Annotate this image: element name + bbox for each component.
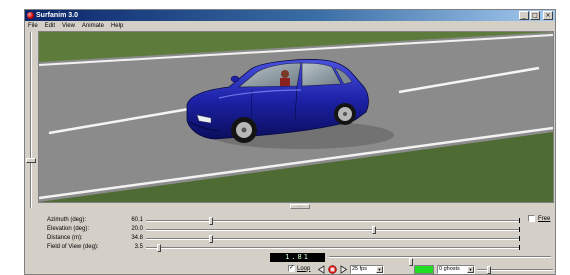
stop-icon[interactable] (328, 265, 337, 274)
elevation-label: Elevation (deg): (47, 226, 90, 232)
fps-value: 25 fps (352, 266, 367, 272)
title-bar[interactable]: Surfanim 3.0 _ □ × (25, 10, 555, 21)
play-icon[interactable] (339, 265, 348, 274)
menu-help[interactable]: Help (111, 22, 123, 30)
ghost-color-swatch[interactable] (414, 265, 434, 274)
timeline-slider-thumb[interactable] (409, 258, 413, 266)
timecode-display: 1.81 (270, 253, 325, 262)
speed-slider[interactable] (477, 266, 553, 274)
elevation-slider-thumb[interactable] (372, 226, 376, 234)
loop-toggle[interactable]: ✓ Loop (288, 265, 310, 272)
window-controls: _ □ × (519, 11, 553, 20)
app-icon[interactable] (27, 12, 34, 19)
chevron-down-icon[interactable]: ▼ (467, 266, 474, 273)
distance-slider-thumb[interactable] (209, 235, 213, 243)
loop-checkbox[interactable]: ✓ (288, 265, 295, 272)
fps-select[interactable]: 25 fps ▼ (350, 265, 384, 274)
camera-controls: Azimuth (deg): 60.1 Elevation (deg): 20.… (25, 210, 555, 252)
menu-animate[interactable]: Animate (82, 22, 104, 30)
free-checkbox[interactable] (528, 215, 535, 222)
timeline-slider[interactable] (329, 256, 551, 266)
azimuth-label: Azimuth (deg): (47, 217, 87, 223)
vertical-zoom-slider[interactable] (25, 30, 37, 212)
speed-slider-thumb[interactable] (487, 266, 491, 274)
azimuth-slider-thumb[interactable] (209, 217, 213, 225)
vertical-slider-thumb[interactable] (26, 158, 36, 163)
elevation-slider[interactable] (146, 226, 520, 234)
free-label: Free (538, 215, 551, 222)
elevation-row: Elevation (deg): 20.0 (25, 225, 555, 234)
azimuth-value: 60.1 (131, 217, 143, 223)
minimize-button[interactable]: _ (519, 11, 529, 20)
distance-label: Distance (m): (47, 235, 83, 241)
menu-bar: File Edit View Animate Help (25, 21, 555, 30)
fov-value: 3.5 (134, 244, 143, 250)
window-title: Surfanim 3.0 (36, 12, 79, 19)
vertical-slider-track (30, 32, 32, 208)
azimuth-row: Azimuth (deg): 60.1 (25, 216, 555, 225)
rewind-icon[interactable] (317, 265, 326, 274)
loop-label: Loop (297, 265, 311, 272)
distance-row: Distance (m): 34.8 (25, 234, 555, 243)
fov-label: Field of View (deg): (47, 244, 99, 250)
menu-file[interactable]: File (28, 22, 38, 30)
close-button[interactable]: × (543, 11, 553, 20)
fov-slider-thumb[interactable] (157, 244, 161, 252)
elevation-slider-end (519, 227, 520, 232)
playback-bar: 1.81 ✓ Loop 25 fps ▼ 0 ghosts ▼ (269, 252, 555, 275)
viewport-resize-handle[interactable]: ···· (290, 204, 310, 209)
ghosts-value: 0 ghosts (439, 266, 460, 272)
distance-slider-end (519, 236, 520, 241)
free-camera-toggle[interactable]: Free (528, 215, 550, 222)
menu-view[interactable]: View (62, 22, 75, 30)
3d-viewport[interactable] (38, 31, 554, 203)
app-window: Surfanim 3.0 _ □ × File Edit View Animat… (24, 9, 556, 275)
fov-row: Field of View (deg): 3.5 (25, 243, 555, 252)
maximize-button[interactable]: □ (530, 11, 540, 20)
fov-slider[interactable] (146, 244, 520, 252)
elevation-value: 20.0 (131, 226, 143, 232)
distance-value: 34.8 (131, 235, 143, 241)
ghosts-select[interactable]: 0 ghosts ▼ (437, 265, 475, 274)
menu-edit[interactable]: Edit (45, 22, 55, 30)
fov-slider-end (519, 245, 520, 250)
azimuth-slider-end (519, 218, 520, 223)
scene-render (39, 32, 553, 202)
distance-slider[interactable] (146, 235, 520, 243)
azimuth-slider[interactable] (146, 217, 520, 225)
chevron-down-icon[interactable]: ▼ (376, 266, 383, 273)
